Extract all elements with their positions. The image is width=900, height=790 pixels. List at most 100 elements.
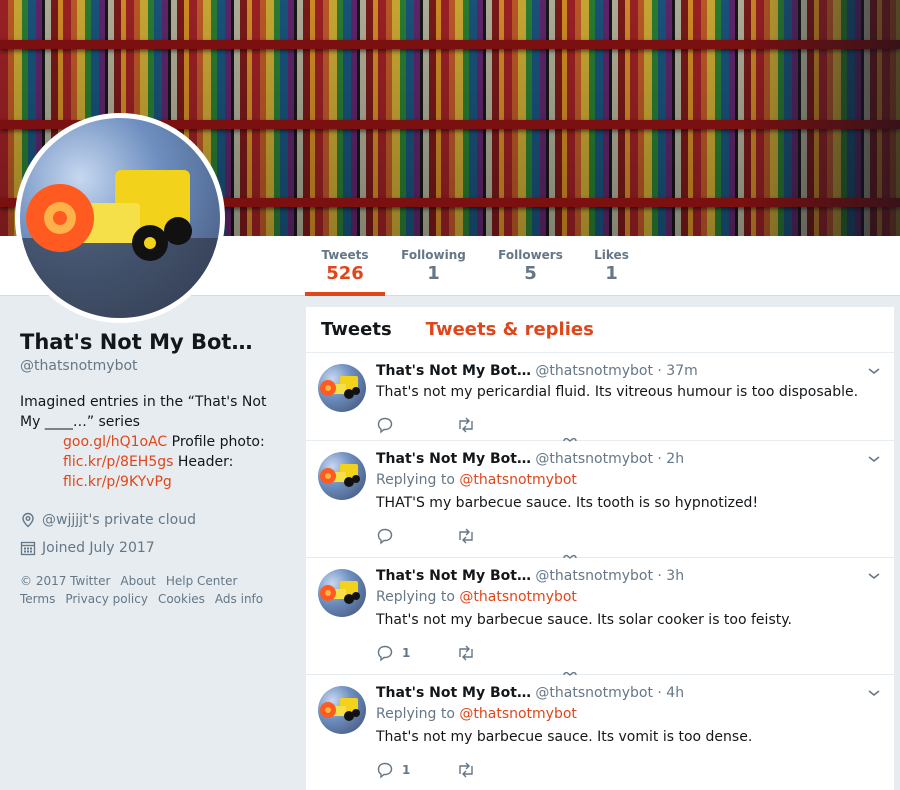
tweet-author-handle[interactable]: @thatsnotmybot (535, 568, 653, 584)
tweet-author-handle[interactable]: @thatsnotmybot (535, 451, 653, 467)
stat-value: 5 (524, 263, 537, 284)
tweet-header: That's Not My Bot… @thatsnotmybot · 4h (376, 685, 882, 701)
footer-about-link[interactable]: About (120, 574, 155, 588)
stat-label: Following (401, 248, 466, 262)
tweet-avatar[interactable] (318, 686, 366, 734)
tweet-time[interactable]: · 4h (653, 685, 684, 701)
profile-location: @wjjjjt's private cloud (20, 506, 285, 534)
tweet-author-handle[interactable]: @thatsnotmybot (535, 363, 653, 379)
tweet-actions: 1 (376, 642, 882, 664)
tweet-author-name[interactable]: That's Not My Bot… (376, 363, 531, 379)
profile-avatar[interactable] (15, 113, 225, 323)
retweet-icon (459, 528, 473, 544)
retweet-icon (459, 762, 473, 778)
location-pin-icon (22, 512, 34, 528)
tweet-avatar[interactable] (318, 452, 366, 500)
tweet-avatar[interactable] (318, 569, 366, 617)
reply-icon (377, 528, 393, 545)
bio-link[interactable]: flic.kr/p/9KYvPg (63, 474, 172, 490)
reply-to-link[interactable]: @thatsnotmybot (459, 589, 577, 605)
tweet[interactable]: That's Not My Bot… @thatsnotmybot · 4h R… (306, 675, 894, 790)
footer-ads-link[interactable]: Ads info (215, 592, 263, 606)
tweet[interactable]: That's Not My Bot… @thatsnotmybot · 3h R… (306, 558, 894, 676)
reply-to-link[interactable]: @thatsnotmybot (459, 706, 577, 722)
footer-privacy-link[interactable]: Privacy policy (65, 592, 148, 606)
reply-button[interactable]: 1 (376, 644, 456, 662)
footer-cookies-link[interactable]: Cookies (158, 592, 205, 606)
retweet-button[interactable] (456, 761, 536, 779)
chevron-down-icon[interactable] (866, 685, 882, 701)
tweet-header: That's Not My Bot… @thatsnotmybot · 3h (376, 568, 882, 584)
joined-text: Joined July 2017 (42, 540, 155, 556)
stat-label: Likes (594, 248, 629, 262)
tweet-time[interactable]: · 3h (653, 568, 684, 584)
reply-prefix: Replying to (376, 472, 460, 488)
footer-links: © 2017 Twitter About Help Center Terms Priv… (20, 572, 285, 608)
reply-button[interactable] (376, 527, 456, 545)
reply-context: Replying to @thatsnotmybot (376, 472, 882, 488)
tweet-header: That's Not My Bot… @thatsnotmybot · 2h (376, 451, 882, 467)
reply-button[interactable]: 1 (376, 761, 456, 779)
stat-followers[interactable]: Followers 5 (494, 236, 567, 296)
tweet-text: That's not my pericardial fluid. Its vit… (376, 384, 859, 400)
profile-bio: Imagined entries in the “That's Not My _… (20, 392, 285, 492)
tweet-time[interactable]: · 2h (653, 451, 684, 467)
retweet-icon (459, 645, 473, 661)
tweet-actions: 1 (376, 759, 882, 781)
bio-link[interactable]: flic.kr/p/8EH5gs (63, 454, 173, 470)
tweet[interactable]: That's Not My Bot… @thatsnotmybot · 37m … (306, 353, 894, 442)
profile-handle[interactable]: @thatsnotmybot (20, 358, 285, 374)
tweet-time[interactable]: · 37m (653, 363, 697, 379)
reply-button[interactable] (376, 416, 456, 434)
stat-likes[interactable]: Likes 1 (590, 236, 633, 296)
profile-name[interactable]: That's Not My Bot… (20, 330, 285, 354)
profile-meta: @wjjjjt's private cloud Joined July 2017 (20, 506, 285, 562)
timeline: Tweets Tweets & replies That's Not My Bo… (306, 307, 894, 790)
footer-terms-link[interactable]: Terms (20, 592, 55, 606)
banner-shade (740, 0, 900, 236)
retweet-icon (459, 417, 473, 433)
bio-text: Profile photo: (167, 434, 265, 450)
stat-value: 1 (427, 263, 440, 284)
bio-text: Header: (173, 454, 234, 470)
bio-text: Imagined entries in the “That's Not My _… (20, 394, 267, 430)
reply-to-link[interactable]: @thatsnotmybot (459, 472, 577, 488)
toy-tractor-image (20, 170, 220, 318)
reply-context: Replying to @thatsnotmybot (376, 706, 882, 722)
reply-prefix: Replying to (376, 706, 460, 722)
reply-context: Replying to @thatsnotmybot (376, 589, 882, 605)
bio-link[interactable]: goo.gl/hQ1oAC (63, 434, 167, 450)
toy-tractor-image (320, 698, 360, 721)
chevron-down-icon[interactable] (866, 451, 882, 467)
tweet-actions (376, 525, 882, 547)
location-text: @wjjjjt's private cloud (42, 512, 196, 528)
footer-help-link[interactable]: Help Center (166, 574, 238, 588)
retweet-button[interactable] (456, 416, 536, 434)
reply-icon (377, 645, 393, 662)
tab-tweets-and-replies[interactable]: Tweets & replies (426, 319, 594, 340)
chevron-down-icon[interactable] (866, 363, 882, 379)
toy-tractor-image (320, 581, 360, 604)
tweet-text: THAT'S my barbecue sauce. Its tooth is s… (376, 495, 759, 511)
tweet-actions (376, 414, 882, 436)
retweet-button[interactable] (456, 644, 536, 662)
reply-prefix: Replying to (376, 589, 460, 605)
tweet-author-handle[interactable]: @thatsnotmybot (535, 685, 653, 701)
chevron-down-icon[interactable] (866, 568, 882, 584)
avatar-image (20, 118, 220, 318)
tweet[interactable]: That's Not My Bot… @thatsnotmybot · 2h R… (306, 441, 894, 559)
tweet-avatar[interactable] (318, 364, 366, 412)
timeline-tabs: Tweets Tweets & replies (306, 307, 894, 353)
stat-tweets[interactable]: Tweets 526 (305, 236, 385, 296)
calendar-icon (20, 541, 36, 556)
tweet-text: That's not my barbecue sauce. Its vomit … (376, 729, 753, 745)
retweet-button[interactable] (456, 527, 536, 545)
tweet-author-name[interactable]: That's Not My Bot… (376, 568, 531, 584)
toy-tractor-image (320, 376, 360, 399)
stat-following[interactable]: Following 1 (397, 236, 470, 296)
stat-value: 526 (326, 263, 364, 284)
stat-value: 1 (605, 263, 618, 284)
tweet-author-name[interactable]: That's Not My Bot… (376, 451, 531, 467)
tweet-author-name[interactable]: That's Not My Bot… (376, 685, 531, 701)
tab-tweets[interactable]: Tweets (321, 319, 392, 340)
